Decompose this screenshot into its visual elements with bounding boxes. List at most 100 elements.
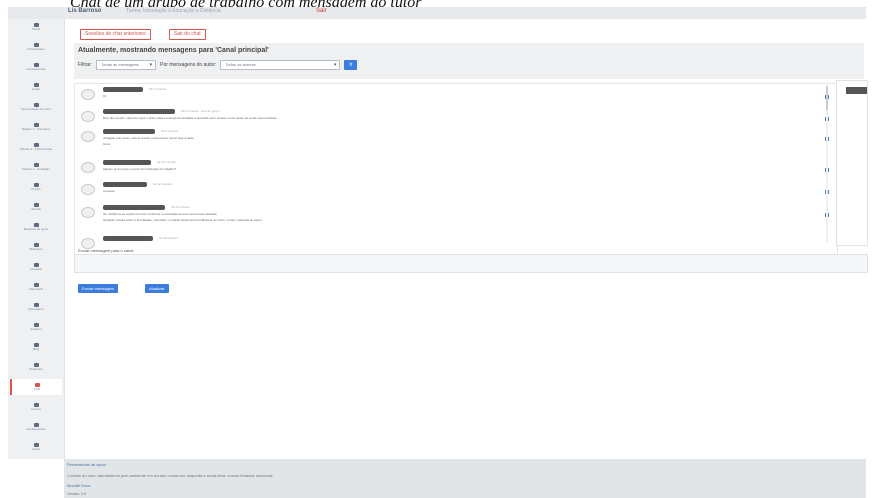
sidebar-item[interactable]: Tarefas	[10, 199, 62, 215]
message-time: há 18 minutos	[159, 236, 178, 240]
sidebar-item-label: Glossário	[29, 267, 43, 271]
filter-panel: Atualmente, mostrando mensagens para 'Ca…	[74, 43, 864, 79]
sidebar-item-label: Relatórios	[29, 367, 43, 371]
author-name-redacted[interactable]	[103, 182, 147, 187]
footer: Ferramentas de apoio Contato do tutor: a…	[64, 459, 866, 498]
author-name-redacted[interactable]	[103, 236, 153, 241]
sidebar-item-label: Grupos	[31, 407, 41, 411]
scrollbar-thumb[interactable]	[826, 86, 828, 110]
reply-label: Enviar mensagem para o canal	[78, 248, 134, 253]
sidebar-item-label: Tarefas	[31, 207, 41, 211]
message-text: Oi	[103, 94, 106, 98]
sidebar-item-label: Configurações	[26, 427, 46, 431]
avatar[interactable]	[81, 162, 95, 173]
refresh-button[interactable]: Atualizar	[145, 284, 169, 293]
sidebar-item[interactable]: Notas	[10, 79, 62, 95]
sidebar-item[interactable]: Configurações	[10, 419, 62, 435]
chevron-down-icon: ▾	[333, 62, 337, 68]
avatar[interactable]	[81, 131, 95, 142]
author-name-redacted[interactable]	[103, 205, 165, 210]
sidebar-item-label: Blog	[32, 347, 39, 351]
course-subtitle: Turma: Introdução à Educação a Distância	[126, 8, 221, 14]
message-text: Bom dia a todos, observem que o prazo pa…	[103, 116, 278, 120]
sidebar-item-label: Notas	[32, 87, 40, 91]
author-name-redacted[interactable]	[103, 87, 143, 92]
chevron-down-icon: ▾	[149, 62, 153, 68]
sidebar-item-label: Ajuda	[32, 447, 40, 451]
sidebar-item[interactable]: Participantes	[10, 39, 62, 55]
footer-link-tools[interactable]: Ferramentas de apoio	[67, 462, 106, 467]
sidebar-item[interactable]: Fóruns	[10, 179, 62, 195]
footer-contact: Contato do tutor: atendimento pelo ambie…	[67, 473, 273, 478]
sidebar-item[interactable]: Blog	[10, 339, 62, 355]
message-time: há 2 minutos	[149, 87, 167, 91]
sidebar-item-label: Mensagens	[28, 307, 44, 311]
sidebar-item-label: Painel	[31, 27, 41, 31]
user-entry-redacted[interactable]	[846, 87, 867, 94]
sidebar-item-label: Competências	[26, 67, 46, 71]
sidebar-item[interactable]: Arquivos	[10, 319, 62, 335]
sidebar-item-label: Fóruns	[31, 187, 41, 191]
sidebar-item-label: Apresentação do curso	[20, 107, 52, 111]
sidebar-item-label: Calendário	[28, 287, 44, 291]
past-sessions-button[interactable]: Sessões de chat anteriores	[80, 29, 151, 40]
top-bar: Lis Barroso Turma: Introdução à Educação…	[8, 7, 866, 19]
sidebar-item[interactable]: Competências	[10, 59, 62, 75]
sidebar-item[interactable]: Glossário	[10, 259, 62, 275]
message-feed[interactable]: há 2 minutos Oi há 5 minutos - tutor do gr…	[74, 83, 838, 257]
sidebar-item[interactable]: Módulo 3 - Avaliação	[10, 159, 62, 175]
message-time: há 12 minutos	[153, 182, 172, 186]
sidebar-item[interactable]: Módulo 2 - Ferramentas	[10, 139, 62, 155]
sidebar: Painel Participantes Competências Notas Apre…	[8, 19, 65, 459]
sidebar-item-label: Módulo 1 - Conceitos	[21, 127, 51, 131]
author-name-redacted[interactable]	[103, 160, 151, 165]
sidebar-item[interactable]: Materiais de apoio	[10, 219, 62, 235]
message-text: Ok, dividimos as seções do texto conform…	[103, 212, 218, 216]
sidebar-item[interactable]: Apresentação do curso	[10, 99, 62, 115]
sidebar-item[interactable]: Grupos	[10, 399, 62, 415]
exit-chat-button[interactable]: Sair do chat	[169, 29, 206, 40]
sidebar-item[interactable]: Ajuda	[10, 439, 62, 455]
message-time: há 10 minutos	[157, 160, 176, 164]
message-text: Comecei	[103, 189, 115, 193]
author-name-redacted[interactable]	[103, 129, 155, 134]
logout-link[interactable]: Sair	[316, 8, 327, 14]
sidebar-item[interactable]: Biblioteca	[10, 239, 62, 255]
user-name[interactable]: Lis Barroso	[68, 8, 101, 14]
author-name-redacted[interactable]	[103, 109, 175, 114]
feed-scrollbar[interactable]	[826, 82, 828, 242]
sidebar-item-label: Módulo 3 - Avaliação	[22, 167, 50, 171]
sidebar-item-label: Participantes	[27, 47, 45, 51]
author-select[interactable]: Todos os autores ▾	[220, 60, 341, 70]
message-time: há 8 minutos	[161, 129, 179, 133]
message-text: Alguém já começou a parte da introdução …	[103, 167, 177, 171]
avatar[interactable]	[81, 207, 95, 218]
go-button[interactable]: Ir	[344, 60, 358, 70]
sidebar-item[interactable]: Calendário	[10, 279, 62, 295]
filters-row: Filtrar: Todas as mensagens ▾ Por mensage…	[78, 60, 358, 70]
filter-select[interactable]: Todas as mensagens ▾	[96, 60, 157, 70]
sidebar-item-label: Biblioteca	[29, 247, 43, 251]
sidebar-item[interactable]: Módulo 1 - Conceitos	[10, 119, 62, 135]
sidebar-item-label: Arquivos	[30, 327, 42, 331]
panel-title: Atualmente, mostrando mensagens para 'Ca…	[78, 47, 269, 54]
filter-label: Filtrar:	[78, 62, 93, 68]
users-panel	[836, 80, 868, 246]
avatar[interactable]	[81, 89, 95, 100]
avatar[interactable]	[81, 184, 95, 195]
send-message-button[interactable]: Enviar mensagem	[78, 284, 119, 293]
sidebar-item[interactable]: Mensagens	[10, 299, 62, 315]
footer-link-docs[interactable]: Moodle Docs	[67, 483, 90, 488]
message-time: há 15 minutos	[171, 205, 190, 209]
message-text: Qualquer dúvida sobre a formatação, cons…	[103, 218, 263, 222]
avatar[interactable]	[81, 111, 95, 122]
message-time: há 5 minutos - tutor do grupo	[181, 109, 220, 113]
sidebar-item-label: Módulo 2 - Ferramentas	[19, 147, 52, 151]
sidebar-item[interactable]: Relatórios	[10, 359, 62, 375]
message-text: Obrigado pelo aviso, vamos revisar o doc…	[103, 136, 195, 140]
message-input[interactable]	[74, 254, 868, 273]
sidebar-item[interactable]: Painel	[10, 19, 62, 35]
sidebar-item-label: Chat	[33, 387, 41, 391]
sidebar-item[interactable]: Chat	[10, 379, 62, 395]
sidebar-item-label: Materiais de apoio	[23, 227, 49, 231]
